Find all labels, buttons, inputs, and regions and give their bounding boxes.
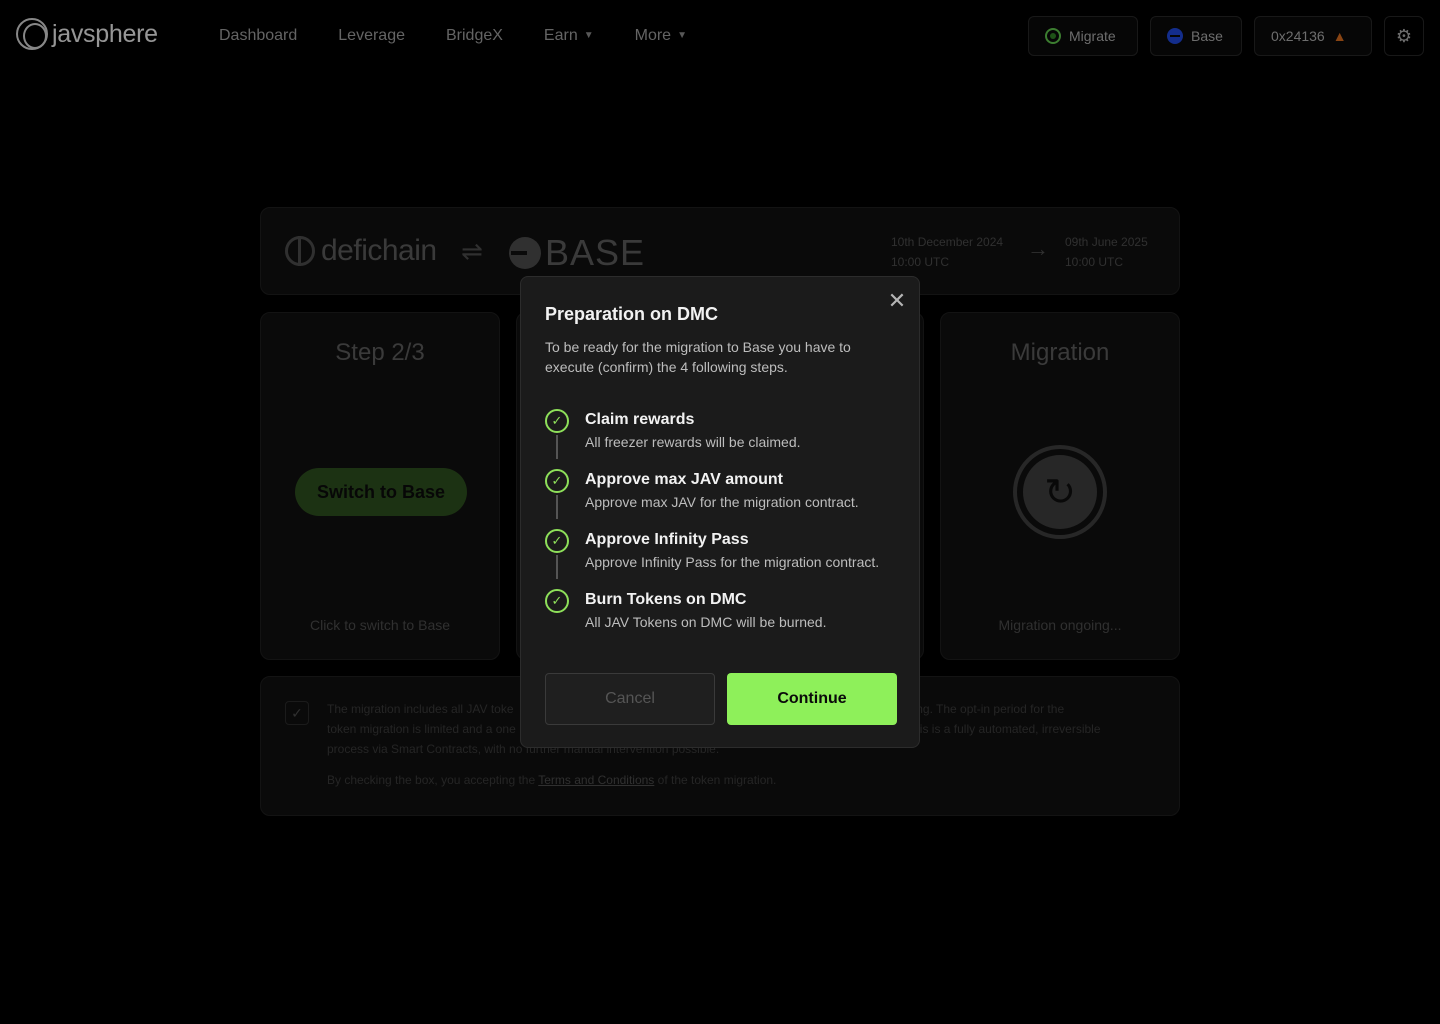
step-item: ✓ Burn Tokens on DMC All JAV Tokens on D… bbox=[545, 589, 905, 649]
step-connector bbox=[556, 555, 558, 579]
step-title: Claim rewards bbox=[585, 411, 695, 428]
check-circle-icon: ✓ bbox=[545, 409, 569, 433]
step-title: Approve max JAV amount bbox=[585, 471, 783, 488]
cancel-button[interactable]: Cancel bbox=[545, 673, 715, 725]
preparation-modal: ✕ Preparation on DMC To be ready for the… bbox=[520, 276, 920, 748]
check-circle-icon: ✓ bbox=[545, 589, 569, 613]
step-description: Approve max JAV for the migration contra… bbox=[585, 494, 859, 510]
step-connector bbox=[556, 435, 558, 459]
modal-title: Preparation on DMC bbox=[545, 304, 719, 324]
continue-button[interactable]: Continue bbox=[727, 673, 897, 725]
check-circle-icon: ✓ bbox=[545, 469, 569, 493]
step-connector bbox=[556, 495, 558, 519]
step-item: ✓ Approve Infinity Pass Approve Infinity… bbox=[545, 529, 905, 589]
check-circle-icon: ✓ bbox=[545, 529, 569, 553]
modal-description: To be ready for the migration to Base yo… bbox=[545, 339, 851, 375]
step-list: ✓ Claim rewards All freezer rewards will… bbox=[545, 409, 905, 649]
step-description: All JAV Tokens on DMC will be burned. bbox=[585, 614, 827, 630]
step-title: Burn Tokens on DMC bbox=[585, 591, 747, 608]
step-description: Approve Infinity Pass for the migration … bbox=[585, 554, 880, 570]
step-item: ✓ Approve max JAV amount Approve max JAV… bbox=[545, 469, 905, 529]
step-description: All freezer rewards will be claimed. bbox=[585, 434, 801, 450]
step-title: Approve Infinity Pass bbox=[585, 531, 749, 548]
close-icon[interactable]: ✕ bbox=[885, 289, 909, 313]
step-item: ✓ Claim rewards All freezer rewards will… bbox=[545, 409, 905, 469]
